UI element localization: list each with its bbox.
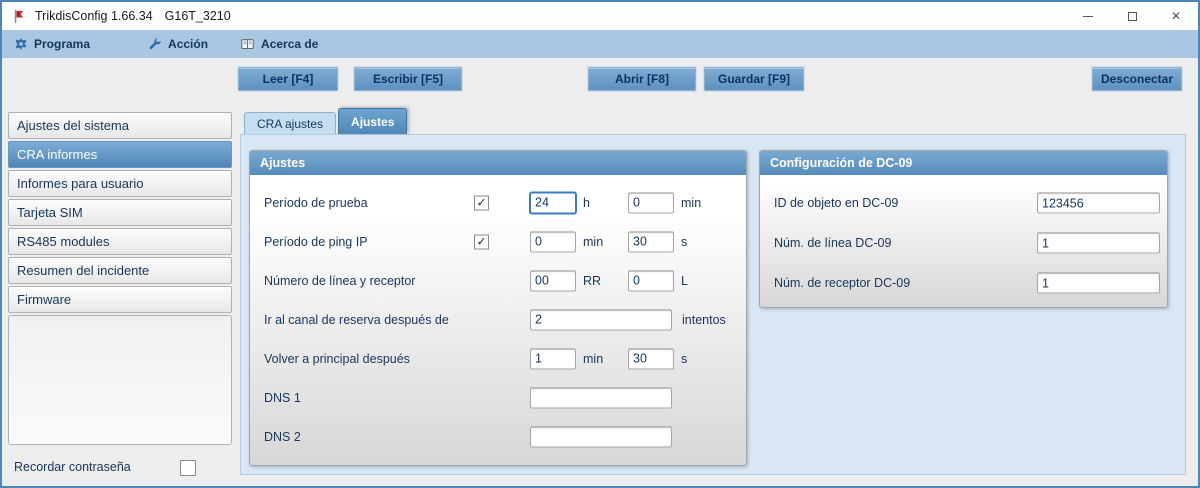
row-num-de-receptor-dc09: Núm. de receptor DC-09	[760, 263, 1167, 303]
dc09-group-body: ID de objeto en DC-09 Núm. de línea DC-0…	[760, 175, 1167, 303]
sidebar-item-informes-para-usuario[interactable]: Informes para usuario	[8, 170, 232, 197]
row-periodo-de-ping-ip: Período de ping IP ✓ min s	[250, 222, 746, 261]
close-button[interactable]: ✕	[1154, 2, 1198, 30]
ping-period-checkbox[interactable]: ✓	[474, 234, 489, 249]
row-ir-al-canal-de-reserva: Ir al canal de reserva después de intent…	[250, 300, 746, 339]
main-area: Ajustes del sistema CRA informes Informe…	[2, 100, 1198, 486]
disconnect-button[interactable]: Desconectar	[1092, 67, 1182, 91]
field-label: Período de prueba	[264, 196, 368, 210]
minimize-icon	[1083, 16, 1093, 17]
unit-label: s	[681, 235, 687, 249]
field-label: DNS 1	[264, 391, 301, 405]
row-periodo-de-prueba: Período de prueba ✓ h min	[250, 183, 746, 222]
wrench-icon	[148, 37, 162, 51]
settings-group-title: Ajustes	[250, 151, 746, 175]
sidebar-item-cra-informes[interactable]: CRA informes	[8, 141, 232, 168]
dc09-receiver-number-input[interactable]	[1037, 273, 1160, 294]
sidebar-item-resumen-del-incidente[interactable]: Resumen del incidente	[8, 257, 232, 284]
window-title-device: G16T_3210	[165, 9, 231, 23]
dns2-input[interactable]	[530, 426, 672, 447]
line-number-input[interactable]	[628, 270, 674, 291]
ping-period-minutes-input[interactable]	[530, 231, 576, 252]
content-area: CRA ajustes Ajustes Ajustes Período de p…	[236, 100, 1198, 486]
menu-programa-label: Programa	[34, 37, 90, 51]
window-controls: ✕	[1066, 2, 1198, 30]
remember-password-row: Recordar contraseña	[14, 460, 224, 478]
receiver-number-input[interactable]	[530, 270, 576, 291]
settings-groupbox: Ajustes Período de prueba ✓ h min Períod…	[249, 150, 747, 466]
test-period-checkbox[interactable]: ✓	[474, 195, 489, 210]
row-id-de-objeto-dc09: ID de objeto en DC-09	[760, 183, 1167, 223]
sidebar-item-rs485-modules[interactable]: RS485 modules	[8, 228, 232, 255]
unit-label: min	[681, 196, 701, 210]
row-num-de-linea-dc09: Núm. de línea DC-09	[760, 223, 1167, 263]
row-numero-de-linea-y-receptor: Número de línea y receptor RR L	[250, 261, 746, 300]
window-title: TrikdisConfig 1.66.34	[35, 9, 153, 23]
book-icon	[240, 37, 255, 51]
close-icon: ✕	[1171, 9, 1181, 23]
dc09-line-number-input[interactable]	[1037, 233, 1160, 254]
field-label: Volver a principal después	[264, 352, 410, 366]
read-button[interactable]: Leer [F4]	[238, 67, 338, 91]
open-button[interactable]: Abrir [F8]	[588, 67, 696, 91]
menu-acerca-de[interactable]: Acerca de	[240, 37, 318, 51]
sidebar-empty-panel	[8, 315, 232, 445]
settings-group-body: Período de prueba ✓ h min Período de pin…	[250, 175, 746, 456]
menu-acerca-de-label: Acerca de	[261, 37, 318, 51]
field-label: Núm. de receptor DC-09	[774, 276, 910, 290]
maximize-button[interactable]	[1110, 2, 1154, 30]
row-volver-a-principal: Volver a principal después min s	[250, 339, 746, 378]
dc09-groupbox: Configuración de DC-09 ID de objeto en D…	[759, 150, 1168, 308]
menubar: Programa Acción Acerca de	[2, 30, 1198, 58]
field-label: Ir al canal de reserva después de	[264, 313, 449, 327]
app-logo-icon	[12, 9, 27, 24]
row-dns-1: DNS 1	[250, 378, 746, 417]
dns1-input[interactable]	[530, 387, 672, 408]
unit-label: s	[681, 352, 687, 366]
unit-label: min	[583, 352, 603, 366]
toolbar: Leer [F4] Escribir [F5] Abrir [F8] Guard…	[2, 58, 1198, 100]
minimize-button[interactable]	[1066, 2, 1110, 30]
ping-period-seconds-input[interactable]	[628, 231, 674, 252]
sidebar-item-tarjeta-sim[interactable]: Tarjeta SIM	[8, 199, 232, 226]
tab-page-ajustes: Ajustes Período de prueba ✓ h min Períod…	[240, 134, 1186, 475]
backup-channel-attempts-input[interactable]	[530, 309, 672, 330]
tab-cra-ajustes[interactable]: CRA ajustes	[244, 112, 336, 134]
test-period-minutes-input[interactable]	[628, 192, 674, 213]
sidebar-item-ajustes-del-sistema[interactable]: Ajustes del sistema	[8, 112, 232, 139]
field-label: Período de ping IP	[264, 235, 368, 249]
menu-programa[interactable]: Programa	[14, 37, 90, 51]
field-label: Número de línea y receptor	[264, 274, 415, 288]
unit-label: intentos	[682, 313, 726, 327]
app-window: TrikdisConfig 1.66.34 G16T_3210 ✕ Progra…	[0, 0, 1200, 488]
remember-password-checkbox[interactable]	[180, 460, 196, 476]
dc09-object-id-input[interactable]	[1037, 193, 1160, 214]
field-label: ID de objeto en DC-09	[774, 196, 898, 210]
dc09-group-title: Configuración de DC-09	[760, 151, 1167, 175]
field-label: Núm. de línea DC-09	[774, 236, 891, 250]
sidebar-item-firmware[interactable]: Firmware	[8, 286, 232, 313]
tab-strip: CRA ajustes Ajustes	[244, 106, 1198, 134]
unit-label: L	[681, 274, 688, 288]
menu-accion[interactable]: Acción	[148, 37, 208, 51]
return-primary-seconds-input[interactable]	[628, 348, 674, 369]
maximize-icon	[1128, 12, 1137, 21]
menu-accion-label: Acción	[168, 37, 208, 51]
unit-label: RR	[583, 274, 601, 288]
gear-icon	[14, 37, 28, 51]
test-period-hours-input[interactable]	[530, 192, 576, 213]
field-label: DNS 2	[264, 430, 301, 444]
unit-label: h	[583, 196, 590, 210]
unit-label: min	[583, 235, 603, 249]
save-button[interactable]: Guardar [F9]	[704, 67, 804, 91]
row-dns-2: DNS 2	[250, 417, 746, 456]
tab-ajustes[interactable]: Ajustes	[338, 108, 407, 134]
remember-password-label: Recordar contraseña	[14, 460, 131, 474]
return-primary-minutes-input[interactable]	[530, 348, 576, 369]
sidebar: Ajustes del sistema CRA informes Informe…	[2, 100, 236, 486]
write-button[interactable]: Escribir [F5]	[354, 67, 462, 91]
titlebar: TrikdisConfig 1.66.34 G16T_3210 ✕	[2, 2, 1198, 30]
